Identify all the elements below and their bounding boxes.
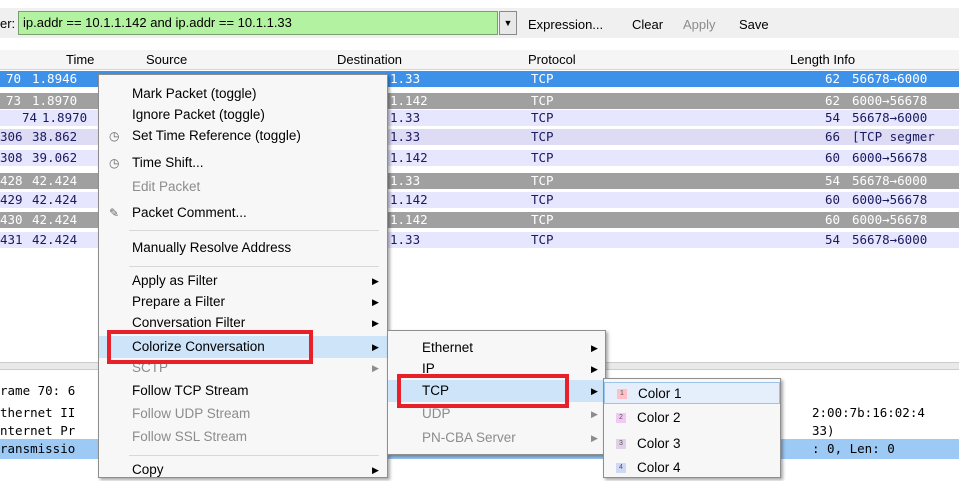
submenu-arrow-icon: ▶ (591, 386, 598, 396)
color-swatch-4: 4 (616, 463, 626, 473)
menu-item-time-shift[interactable]: ◷ Time Shift... (99, 152, 387, 174)
submenu-arrow-icon: ▶ (591, 364, 598, 374)
menu-item-ignore-packet[interactable]: Ignore Packet (toggle) (99, 104, 387, 126)
color-option-1[interactable]: 1 Color 1 (604, 382, 780, 404)
color-option-2[interactable]: 2 Color 2 (604, 407, 780, 429)
submenu-arrow-icon: ▶ (372, 297, 379, 307)
color-option-4[interactable]: 4 Color 4 (604, 457, 780, 479)
apply-button[interactable]: Apply (683, 17, 716, 32)
menu-item-edit-packet[interactable]: Edit Packet (99, 176, 387, 198)
menu-item-follow-ssl[interactable]: Follow SSL Stream (99, 426, 387, 448)
packet-context-menu: Mark Packet (toggle) Ignore Packet (togg… (98, 74, 388, 478)
column-header-time[interactable]: Time (66, 52, 94, 67)
submenu-item-ethernet[interactable]: Ethernet ▶ (388, 337, 605, 359)
comment-icon: ✎ (109, 206, 120, 220)
column-header-length-info[interactable]: Length Info (790, 52, 855, 67)
menu-item-follow-tcp[interactable]: Follow TCP Stream (99, 380, 387, 402)
submenu-arrow-icon: ▶ (372, 363, 379, 373)
menu-item-packet-comment[interactable]: ✎ Packet Comment... (99, 202, 387, 224)
menu-item-resolve-address[interactable]: Manually Resolve Address (99, 237, 387, 259)
menu-item-apply-as-filter[interactable]: Apply as Filter ▶ (99, 270, 387, 292)
submenu-arrow-icon: ▶ (372, 276, 379, 286)
submenu-arrow-icon: ▶ (372, 342, 379, 352)
clear-button[interactable]: Clear (632, 17, 663, 32)
annotation-highlight-colorize (107, 330, 313, 364)
chevron-down-icon: ▼ (503, 18, 513, 28)
column-header-protocol[interactable]: Protocol (528, 52, 576, 67)
menu-item-prepare-filter[interactable]: Prepare a Filter ▶ (99, 291, 387, 313)
menu-item-follow-udp[interactable]: Follow UDP Stream (99, 403, 387, 425)
packet-list-header: Time Source Destination Protocol Length … (0, 50, 959, 70)
submenu-arrow-icon: ▶ (591, 343, 598, 353)
save-button[interactable]: Save (739, 17, 769, 32)
display-filter-input[interactable]: ip.addr == 10.1.1.142 and ip.addr == 10.… (18, 11, 498, 35)
column-header-destination[interactable]: Destination (337, 52, 402, 67)
submenu-arrow-icon: ▶ (372, 318, 379, 328)
submenu-item-pn-cba[interactable]: PN-CBA Server ▶ (388, 427, 605, 449)
menu-separator (129, 230, 379, 231)
menu-separator (129, 455, 379, 456)
filter-dropdown-button[interactable]: ▼ (499, 11, 517, 35)
color-submenu: 1 Color 1 2 Color 2 3 Color 3 4 Color 4 (603, 378, 781, 478)
color-swatch-2: 2 (616, 413, 626, 423)
column-header-source[interactable]: Source (146, 52, 187, 67)
clock-icon: ◷ (109, 156, 120, 170)
menu-separator (129, 266, 379, 267)
expression-button[interactable]: Expression... (528, 17, 603, 32)
submenu-arrow-icon: ▶ (591, 409, 598, 419)
menu-item-mark-packet[interactable]: Mark Packet (toggle) (99, 83, 387, 105)
menu-item-set-time-reference[interactable]: ◷ Set Time Reference (toggle) (99, 125, 387, 147)
color-swatch-3: 3 (616, 439, 626, 449)
annotation-highlight-tcp (397, 374, 569, 408)
clock-icon: ◷ (109, 129, 120, 143)
submenu-arrow-icon: ▶ (591, 433, 598, 443)
filter-label: er: (0, 16, 16, 31)
color-swatch-1: 1 (617, 389, 627, 399)
filter-toolbar: er: ip.addr == 10.1.1.142 and ip.addr ==… (0, 8, 959, 38)
color-option-3[interactable]: 3 Color 3 (604, 433, 780, 455)
